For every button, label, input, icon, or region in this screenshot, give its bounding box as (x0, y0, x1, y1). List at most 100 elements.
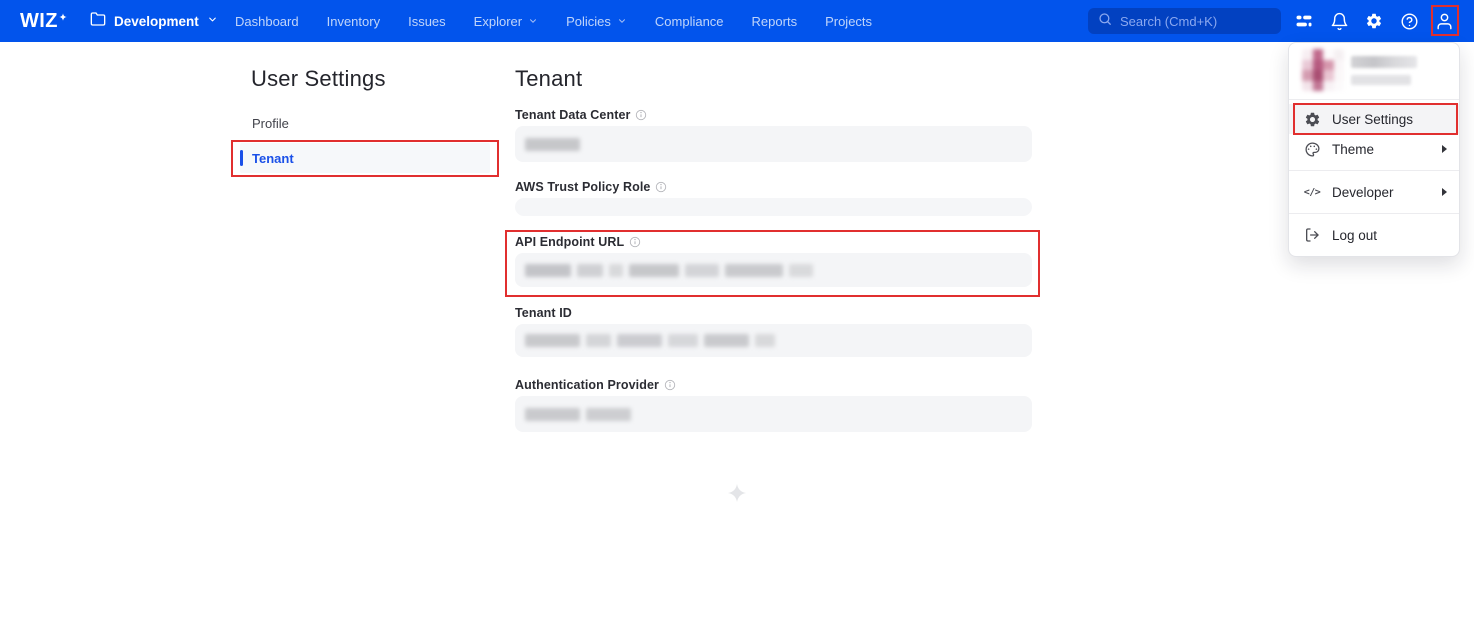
settings-gear-icon[interactable] (1361, 8, 1387, 34)
redacted-value (577, 264, 603, 277)
folder-icon (90, 11, 106, 32)
field-authentication-provider: Authentication Provider (515, 377, 1032, 432)
nav-item-label: Dashboard (235, 14, 299, 29)
help-icon[interactable] (1396, 8, 1422, 34)
field-label: Tenant ID (515, 306, 572, 320)
chevron-down-icon (528, 16, 538, 26)
nav-item-dashboard[interactable]: Dashboard (235, 14, 299, 29)
nav-item-projects[interactable]: Projects (825, 14, 872, 29)
search-bar[interactable] (1088, 8, 1281, 34)
menu-item-theme[interactable]: Theme (1289, 134, 1459, 164)
redacted-value (525, 334, 580, 347)
project-switcher[interactable]: Development (90, 0, 218, 42)
aws-trust-policy-role-value (515, 198, 1032, 216)
search-icon (1098, 12, 1112, 31)
sidebar-item-tenant[interactable]: Tenant (240, 143, 490, 173)
whats-new-icon[interactable] (1291, 8, 1317, 34)
user-icon[interactable] (1431, 8, 1457, 34)
redacted-value (525, 138, 580, 151)
field-label: AWS Trust Policy Role (515, 180, 650, 194)
nav-item-reports[interactable]: Reports (752, 14, 798, 29)
top-nav: WIZ Development Dashboard Inventory Issu… (0, 0, 1474, 42)
redacted-value (668, 334, 698, 347)
project-label: Development (114, 14, 199, 29)
redacted-value (685, 264, 719, 277)
nav-item-label: Inventory (327, 14, 380, 29)
menu-item-label: Theme (1332, 142, 1374, 157)
chevron-down-icon (617, 16, 627, 26)
redacted-value (617, 334, 662, 347)
menu-item-log-out[interactable]: Log out (1289, 220, 1459, 250)
redacted-value (525, 408, 580, 421)
sparkle-icon (59, 8, 67, 26)
main-nav-links: Dashboard Inventory Issues Explorer Poli… (235, 0, 872, 42)
redacted-user-name (1351, 56, 1417, 68)
redacted-value (586, 408, 631, 421)
redacted-value (755, 334, 775, 347)
redacted-value (525, 264, 571, 277)
redacted-value (609, 264, 623, 277)
user-menu: User Settings Theme </> Developer Log ou… (1288, 42, 1460, 257)
menu-item-label: Log out (1332, 228, 1377, 243)
active-indicator-bar (240, 150, 243, 166)
page-title: User Settings (251, 66, 386, 92)
redacted-value (586, 334, 611, 347)
field-label: Authentication Provider (515, 378, 659, 392)
nav-item-policies[interactable]: Policies (566, 14, 627, 29)
redacted-value (725, 264, 783, 277)
field-label: API Endpoint URL (515, 235, 624, 249)
nav-item-label: Projects (825, 14, 872, 29)
nav-item-issues[interactable]: Issues (408, 14, 446, 29)
section-title: Tenant (515, 66, 582, 92)
logout-icon (1303, 227, 1321, 243)
avatar (1302, 49, 1344, 91)
tenant-id-value (515, 324, 1032, 357)
field-api-endpoint-url: API Endpoint URL (515, 234, 1032, 287)
palette-icon (1303, 141, 1321, 158)
field-tenant-data-center: Tenant Data Center (515, 107, 1032, 162)
wiz-logo[interactable]: WIZ (20, 0, 67, 42)
info-icon[interactable] (664, 379, 676, 391)
divider (1289, 213, 1459, 214)
field-aws-trust-policy-role: AWS Trust Policy Role (515, 179, 1032, 216)
tenant-data-center-value (515, 126, 1032, 162)
menu-item-label: Developer (1332, 185, 1394, 200)
nav-item-label: Compliance (655, 14, 724, 29)
gear-icon (1303, 111, 1321, 128)
nav-item-label: Policies (566, 14, 611, 29)
field-label: Tenant Data Center (515, 108, 630, 122)
chevron-down-icon (207, 12, 218, 30)
nav-icon-buttons (1291, 0, 1457, 42)
nav-item-compliance[interactable]: Compliance (655, 14, 724, 29)
info-icon[interactable] (629, 236, 641, 248)
search-input[interactable] (1120, 14, 1271, 29)
sparkle-icon (727, 483, 747, 508)
nav-item-inventory[interactable]: Inventory (327, 14, 380, 29)
code-icon: </> (1303, 187, 1321, 198)
api-endpoint-url-value (515, 253, 1032, 287)
submenu-arrow-icon (1442, 145, 1447, 153)
notifications-bell-icon[interactable] (1326, 8, 1352, 34)
nav-item-explorer[interactable]: Explorer (474, 14, 538, 29)
wiz-logo-text: WIZ (20, 0, 58, 42)
redacted-value (629, 264, 679, 277)
info-icon[interactable] (655, 181, 667, 193)
redacted-value (789, 264, 813, 277)
menu-item-user-settings[interactable]: User Settings (1289, 104, 1459, 134)
nav-item-label: Issues (408, 14, 446, 29)
redacted-user-email (1351, 75, 1411, 85)
redacted-value (704, 334, 749, 347)
divider (1289, 99, 1459, 100)
sidebar-item-label: Tenant (252, 151, 294, 166)
menu-item-developer[interactable]: </> Developer (1289, 177, 1459, 207)
authentication-provider-value (515, 396, 1032, 432)
submenu-arrow-icon (1442, 188, 1447, 196)
info-icon[interactable] (635, 109, 647, 121)
sidebar-item-profile[interactable]: Profile (252, 116, 289, 131)
divider (1289, 170, 1459, 171)
menu-item-label: User Settings (1332, 112, 1413, 127)
field-tenant-id: Tenant ID (515, 305, 1032, 357)
nav-item-label: Reports (752, 14, 798, 29)
user-menu-header (1289, 43, 1459, 99)
nav-item-label: Explorer (474, 14, 522, 29)
